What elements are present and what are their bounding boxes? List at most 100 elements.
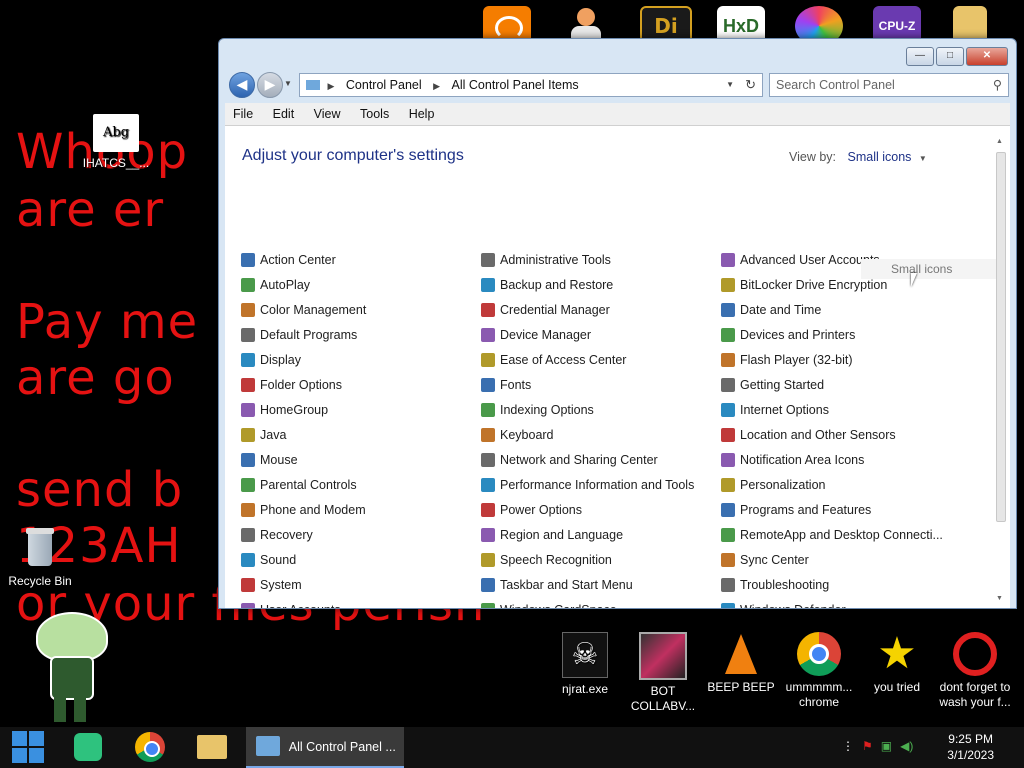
scroll-up-arrow[interactable]: ▲ <box>996 138 1003 145</box>
desktop-icon-njrat[interactable]: ☠ njrat.exe <box>545 632 625 697</box>
cp-item[interactable]: Windows CardSpace <box>481 600 617 608</box>
desktop-file-icon[interactable]: Abg IHATCS__... <box>76 114 156 171</box>
minimize-button[interactable]: — <box>906 47 934 66</box>
taskbar-control-panel-task[interactable]: All Control Panel ... <box>246 727 404 768</box>
scrollbar-thumb[interactable] <box>996 152 1006 522</box>
cp-item-icon <box>481 603 495 608</box>
menu-edit[interactable]: Edit <box>265 103 303 125</box>
maximize-button[interactable]: □ <box>936 47 964 66</box>
wallpaper-text-5: send b <box>16 462 184 518</box>
recycle-bin[interactable]: Recycle Bin <box>0 526 80 589</box>
cp-item[interactable]: Advanced User Accounts <box>721 250 880 270</box>
cp-item[interactable]: Personalization <box>721 475 825 495</box>
network-icon[interactable]: ▣ <box>881 739 892 753</box>
cp-item[interactable]: Mouse <box>241 450 298 470</box>
chevron-down-icon[interactable]: ▼ <box>919 154 927 163</box>
cp-item-icon <box>241 503 255 517</box>
cp-item[interactable]: Phone and Modem <box>241 500 366 520</box>
cp-item[interactable]: Internet Options <box>721 400 829 420</box>
cp-item[interactable]: Date and Time <box>721 300 821 320</box>
cp-item[interactable]: Display <box>241 350 301 370</box>
cp-item[interactable]: Network and Sharing Center <box>481 450 658 470</box>
cp-item[interactable]: Folder Options <box>241 375 342 395</box>
menu-help[interactable]: Help <box>401 103 443 125</box>
cp-item[interactable]: Region and Language <box>481 525 623 545</box>
cp-item[interactable]: Keyboard <box>481 425 554 445</box>
desktop-icon-chrome[interactable]: ummmmm... chrome <box>779 632 859 710</box>
cp-item[interactable]: System <box>241 575 302 595</box>
cp-item-label: Region and Language <box>500 528 624 542</box>
desktop-icon-bot[interactable]: BOT COLLABV... <box>623 632 703 714</box>
cp-item[interactable]: Backup and Restore <box>481 275 613 295</box>
desktop-icon-label: BOT COLLABV... <box>630 684 696 713</box>
cp-item[interactable]: AutoPlay <box>241 275 310 295</box>
close-button[interactable]: ✕ <box>966 47 1008 66</box>
search-input[interactable]: Search Control Panel ⚲ <box>769 73 1009 97</box>
menu-view[interactable]: View <box>306 103 349 125</box>
cp-item[interactable]: User Accounts <box>241 600 341 608</box>
address-bar[interactable]: ▶ Control Panel ▶ All Control Panel Item… <box>299 73 763 97</box>
cp-item[interactable]: Getting Started <box>721 375 824 395</box>
refresh-icon[interactable]: ↻ <box>745 74 756 96</box>
overflow-icon[interactable]: ⋮ <box>842 739 854 753</box>
taskbar-file-explorer[interactable] <box>190 731 234 764</box>
cp-item[interactable]: Credential Manager <box>481 300 610 320</box>
forward-button[interactable]: ▶ <box>257 72 283 98</box>
vertical-scrollbar[interactable]: ▲ ▼ <box>996 138 1006 602</box>
menu-bar: File Edit View Tools Help <box>225 103 1010 126</box>
cp-item[interactable]: RemoteApp and Desktop Connecti... <box>721 525 943 545</box>
caption-buttons: — □ ✕ <box>906 47 1008 66</box>
menu-tools[interactable]: Tools <box>352 103 397 125</box>
cp-item[interactable]: Device Manager <box>481 325 591 345</box>
cp-item[interactable]: Fonts <box>481 375 531 395</box>
breadcrumb-control-panel[interactable]: Control Panel <box>346 78 422 92</box>
cp-item[interactable]: Action Center <box>241 250 336 270</box>
cp-item[interactable]: Power Options <box>481 500 582 520</box>
clock[interactable]: 9:25 PM 3/1/2023 <box>947 731 994 763</box>
cp-item-icon <box>241 403 255 417</box>
cp-item-label: AutoPlay <box>260 278 311 292</box>
desktop-icon-vlc[interactable]: BEEP BEEP <box>701 632 781 695</box>
cp-item[interactable]: Color Management <box>241 300 366 320</box>
cp-item[interactable]: Speech Recognition <box>481 550 612 570</box>
taskbar-chrome[interactable] <box>128 731 172 764</box>
cp-item[interactable]: Administrative Tools <box>481 250 611 270</box>
cp-item[interactable]: Troubleshooting <box>721 575 829 595</box>
start-button[interactable] <box>6 731 50 764</box>
cp-item[interactable]: Performance Information and Tools <box>481 475 694 495</box>
menu-file[interactable]: File <box>225 103 261 125</box>
cp-item[interactable]: Parental Controls <box>241 475 357 495</box>
cp-item-icon <box>721 403 735 417</box>
cp-item[interactable]: Java <box>241 425 286 445</box>
cp-item[interactable]: Devices and Printers <box>721 325 855 345</box>
vlc-cone-icon <box>719 632 763 676</box>
cp-item[interactable]: HomeGroup <box>241 400 328 420</box>
cp-item[interactable]: Notification Area Icons <box>721 450 864 470</box>
cp-item[interactable]: Recovery <box>241 525 313 545</box>
cp-item-icon <box>481 578 495 592</box>
cp-item[interactable]: Taskbar and Start Menu <box>481 575 633 595</box>
scroll-down-arrow[interactable]: ▼ <box>996 595 1003 602</box>
address-dropdown-icon[interactable]: ▼ <box>726 74 734 96</box>
cp-item[interactable]: Default Programs <box>241 325 357 345</box>
cp-item[interactable]: Sound <box>241 550 296 570</box>
cp-item[interactable]: Sync Center <box>721 550 809 570</box>
cp-item[interactable]: Location and Other Sensors <box>721 425 896 445</box>
desktop-icon-star[interactable]: ★ you tried <box>857 632 937 695</box>
cp-item-label: Windows CardSpace <box>500 603 617 608</box>
flag-icon[interactable]: ⚑ <box>862 739 873 753</box>
cp-item[interactable]: Ease of Access Center <box>481 350 626 370</box>
back-button[interactable]: ◀ <box>229 72 255 98</box>
taskbar-notes-app[interactable] <box>66 731 110 764</box>
breadcrumb-all-items[interactable]: All Control Panel Items <box>452 78 579 92</box>
cp-item[interactable]: Windows Defender <box>721 600 846 608</box>
cp-item[interactable]: Indexing Options <box>481 400 594 420</box>
recent-pages-dropdown[interactable]: ▼ <box>284 79 292 88</box>
cp-item[interactable]: Flash Player (32-bit) <box>721 350 853 370</box>
cp-item[interactable]: Programs and Features <box>721 500 871 520</box>
control-panel-window[interactable]: — □ ✕ ◀ ▶ ▼ ▶ Control Panel ▶ All Contro… <box>218 38 1017 609</box>
desktop-icon-ccleaner[interactable]: dont forget to wash your f... <box>935 632 1015 710</box>
volume-icon[interactable]: ◀) <box>900 739 913 753</box>
view-by-dropdown[interactable]: Small icons <box>848 150 912 164</box>
cp-item-label: Credential Manager <box>500 303 610 317</box>
